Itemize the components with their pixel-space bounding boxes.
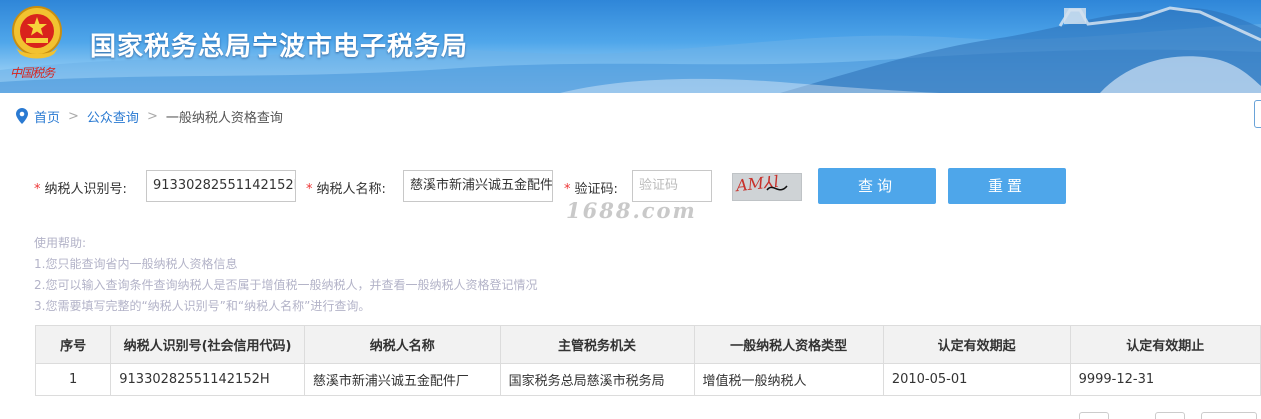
taxpayer-name-input[interactable]: 慈溪市新浦兴诚五金配件厂 bbox=[403, 170, 553, 202]
breadcrumb: 首页 > 公众查询 > 一般纳税人资格查询 bbox=[16, 106, 283, 126]
corner-button[interactable] bbox=[1254, 100, 1261, 128]
location-pin-icon bbox=[16, 108, 28, 124]
cell-taxpayer-id: 91330282551142152H bbox=[110, 363, 305, 396]
breadcrumb-public-query-link[interactable]: 公众查询 bbox=[87, 107, 139, 126]
breadcrumb-current: 一般纳税人资格查询 bbox=[165, 110, 283, 126]
table-header-row: 序号 纳税人识别号(社会信用代码) 纳税人名称 主管税务机关 一般纳税人资格类型… bbox=[34, 325, 1261, 364]
results-table: 序号 纳税人识别号(社会信用代码) 纳税人名称 主管税务机关 一般纳税人资格类型… bbox=[34, 325, 1261, 396]
column-header-tax-authority: 主管税务机关 bbox=[499, 325, 695, 364]
help-item: 2.您可以输入查询条件查询纳税人是否属于增值税一般纳税人，并查看一般纳税人资格登… bbox=[34, 278, 538, 292]
table-row: 1 91330282551142152H 慈溪市新浦兴诚五金配件厂 国家税务总局… bbox=[34, 363, 1261, 396]
column-header-taxpayer-name: 纳税人名称 bbox=[303, 325, 501, 364]
taxpayer-id-label: * 纳税人识别号: bbox=[34, 178, 127, 197]
taxpayer-id-input[interactable]: 91330282551142152H bbox=[146, 170, 296, 202]
pager-size-select[interactable] bbox=[1201, 412, 1257, 419]
column-header-index: 序号 bbox=[34, 325, 112, 364]
pager-next-button[interactable] bbox=[1155, 412, 1185, 419]
column-header-qualification-type: 一般纳税人资格类型 bbox=[693, 325, 884, 364]
emblem-caption: 中国税务 bbox=[10, 66, 55, 80]
required-mark: * bbox=[306, 182, 313, 197]
required-mark: * bbox=[564, 182, 571, 197]
cell-valid-to: 9999-12-31 bbox=[1069, 363, 1261, 396]
tax-emblem-icon bbox=[12, 6, 62, 59]
captcha-noise bbox=[766, 185, 788, 191]
breadcrumb-home-link[interactable]: 首页 bbox=[34, 107, 60, 126]
captcha-label-text: 验证码: bbox=[574, 182, 618, 197]
cell-tax-authority: 国家税务总局慈溪市税务局 bbox=[499, 363, 695, 396]
captcha-image[interactable]: AM⅄l bbox=[732, 173, 802, 201]
column-header-valid-to: 认定有效期止 bbox=[1069, 325, 1261, 364]
cell-valid-from: 2010-05-01 bbox=[882, 363, 1071, 396]
taxpayer-name-label: * 纳税人名称: bbox=[306, 178, 386, 197]
query-button[interactable]: 查询 bbox=[818, 168, 936, 204]
header-banner: 中国税务 国家税务总局宁波市电子税务局 bbox=[0, 0, 1261, 93]
column-header-valid-from: 认定有效期起 bbox=[882, 325, 1071, 364]
cell-taxpayer-name: 慈溪市新浦兴诚五金配件厂 bbox=[303, 363, 501, 396]
pager-prev-button[interactable] bbox=[1079, 412, 1109, 419]
column-header-taxpayer-id: 纳税人识别号(社会信用代码) bbox=[110, 325, 305, 364]
taxpayer-name-label-text: 纳税人名称: bbox=[316, 182, 386, 197]
breadcrumb-separator: > bbox=[146, 108, 158, 124]
watermark: 1688.com bbox=[566, 198, 697, 223]
cell-qualification-type: 增值税一般纳税人 bbox=[693, 363, 884, 396]
help-title: 使用帮助: bbox=[34, 236, 87, 250]
help-item: 1.您只能查询省内一般纳税人资格信息 bbox=[34, 257, 238, 271]
cell-index: 1 bbox=[34, 363, 112, 396]
help-item: 3.您需要填写完整的“纳税人识别号”和“纳税人名称”进行查询。 bbox=[34, 299, 371, 313]
help-section: 使用帮助: 1.您只能查询省内一般纳税人资格信息 2.您可以输入查询条件查询纳税… bbox=[34, 233, 537, 317]
required-mark: * bbox=[34, 182, 41, 197]
site-title: 国家税务总局宁波市电子税务局 bbox=[90, 32, 469, 62]
breadcrumb-separator: > bbox=[68, 108, 79, 124]
taxpayer-id-label-text: 纳税人识别号: bbox=[44, 182, 127, 197]
captcha-label: * 验证码: bbox=[564, 178, 618, 197]
reset-button[interactable]: 重置 bbox=[948, 168, 1066, 204]
